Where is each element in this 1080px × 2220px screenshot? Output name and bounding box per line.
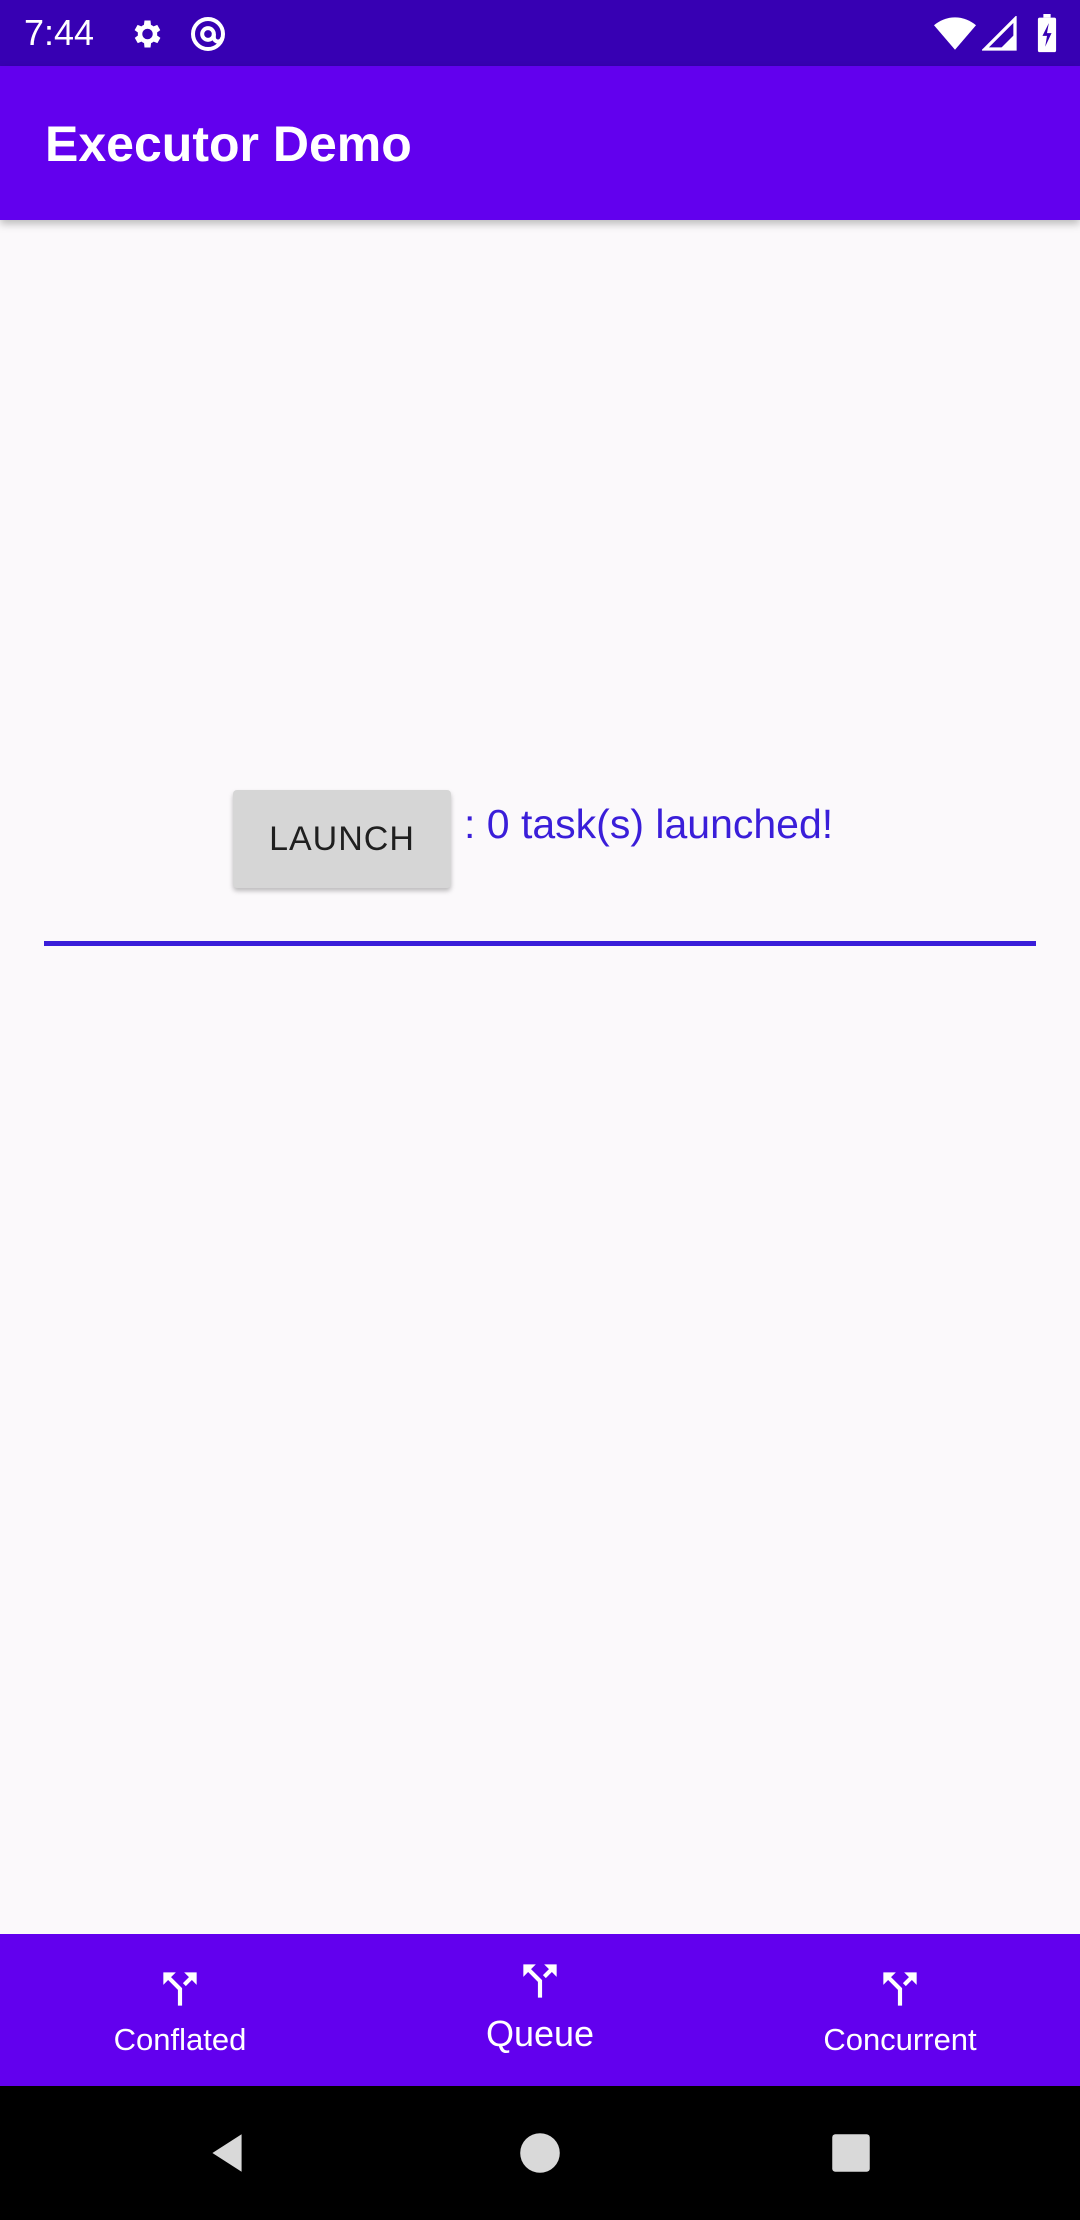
recents-icon[interactable] (826, 2128, 876, 2178)
nav-label-queue: Queue (485, 2013, 595, 2054)
fork-arrows-icon (163, 1972, 197, 2006)
app-bar: Executor Demo (0, 66, 1080, 220)
home-icon[interactable] (515, 2128, 565, 2178)
fork-arrows-icon (523, 1964, 557, 1998)
at-sign-icon (188, 14, 228, 54)
back-icon[interactable] (202, 2128, 252, 2178)
nav-label-conflated: Conflated (113, 2022, 247, 2057)
page-title: Executor Demo (45, 116, 412, 172)
launch-button[interactable]: LAUNCH (233, 790, 451, 888)
app-screen: 7:44 Executor Demo LAUNCH: 0 task(s) la… (0, 0, 1080, 2220)
status-time: 7:44 (24, 12, 95, 53)
main-content: LAUNCH : 0 task(s) launched! (0, 220, 1080, 1934)
wifi-icon (934, 16, 976, 52)
progress-divider (44, 941, 1036, 946)
system-navigation-bar (0, 2086, 1080, 2220)
battery-icon (1036, 14, 1058, 54)
settings-icon (128, 16, 164, 52)
nav-item-conflated[interactable]: Conflated (0, 1934, 360, 2086)
nav-item-queue[interactable]: Queue (360, 1934, 720, 2086)
cellular-signal-icon (982, 16, 1018, 52)
fork-arrows-icon (883, 1972, 917, 2006)
bottom-navigation: Conflated Queue Concurrent (0, 1934, 1080, 2086)
launch-status-text: : 0 task(s) launched! (464, 801, 834, 847)
status-bar: 7:44 (0, 0, 1080, 66)
nav-item-concurrent[interactable]: Concurrent (720, 1934, 1080, 2086)
nav-label-concurrent: Concurrent (823, 2022, 977, 2057)
